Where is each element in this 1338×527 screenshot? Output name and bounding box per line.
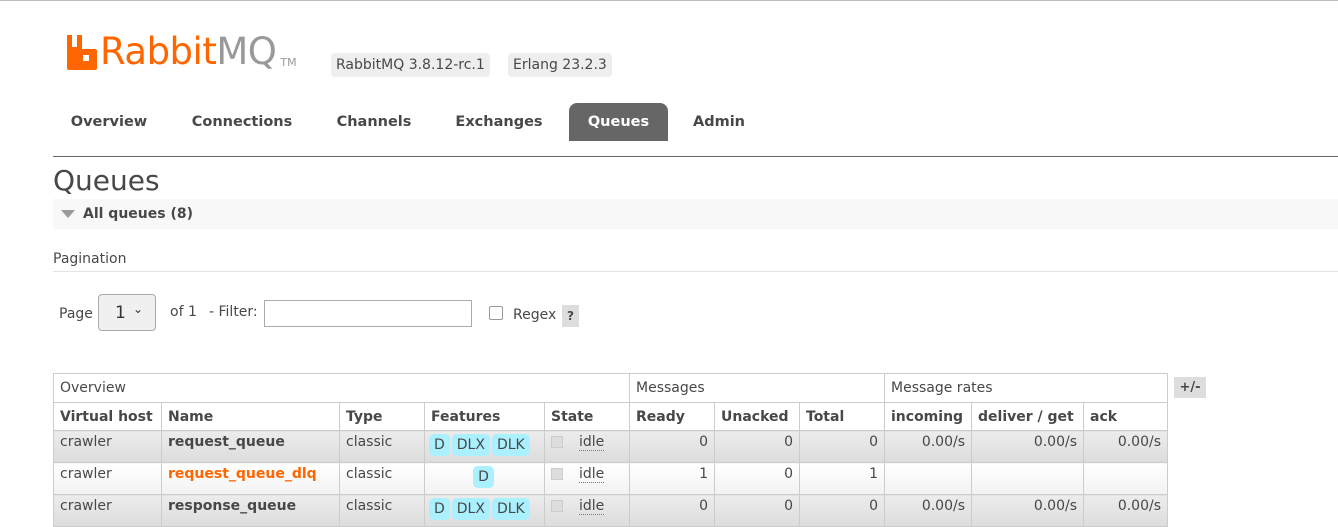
state-indicator-icon [551, 468, 563, 480]
cell-ack [1083, 462, 1168, 495]
table-row: crawler request_queue classic D DLX DLK id… [53, 430, 1168, 463]
collapse-triangle-icon [61, 210, 75, 218]
cell-deliver-get: 0.00/s [971, 494, 1084, 527]
tab-connections[interactable]: Connections [165, 103, 319, 141]
logo-rabbit-text: Rabbit [100, 30, 217, 73]
state-indicator-icon [551, 500, 563, 512]
cell-deliver-get: 0.00/s [971, 430, 1084, 463]
cell-total: 0 [799, 430, 885, 463]
cell-vhost: crawler [53, 430, 162, 463]
cell-ack: 0.00/s [1083, 494, 1168, 527]
group-header-message-rates: Message rates [884, 373, 1168, 403]
cell-type: classic [339, 462, 425, 495]
feature-badge-durable: D [473, 466, 494, 488]
col-type[interactable]: Type [339, 402, 425, 431]
col-ready[interactable]: Ready [629, 402, 715, 431]
page-title: Queues [53, 164, 160, 197]
rabbitmq-logo[interactable]: Rabbit MQ TM [66, 32, 297, 72]
erlang-version-badge: Erlang 23.2.3 [508, 53, 612, 77]
col-features[interactable]: Features [424, 402, 545, 431]
feature-badge-dlk: DLK [491, 434, 530, 456]
rabbit-logo-icon [67, 35, 97, 70]
columns-toggle-button[interactable]: +/- [1174, 377, 1206, 398]
cell-incoming: 0.00/s [884, 494, 972, 527]
feature-badge-dlx: DLX [451, 498, 490, 520]
page-select[interactable]: 1 ⌄ [98, 294, 156, 331]
cell-ready: 0 [629, 494, 715, 527]
regex-label: Regex [513, 307, 557, 323]
queues-table: Overview Messages Message rates Virtual … [53, 373, 1168, 527]
col-unacked[interactable]: Unacked [714, 402, 800, 431]
tabs-divider [53, 156, 1338, 157]
cell-type: classic [339, 430, 425, 463]
tab-queues[interactable]: Queues [569, 103, 668, 141]
section-label: All queues (8) [83, 206, 193, 222]
cell-incoming [884, 462, 972, 495]
tab-admin[interactable]: Admin [668, 103, 770, 141]
page-select-value: 1 [115, 303, 126, 323]
group-header-messages: Messages [629, 373, 885, 403]
cell-unacked: 0 [714, 430, 800, 463]
cell-unacked: 0 [714, 494, 800, 527]
tab-channels[interactable]: Channels [319, 103, 429, 141]
state-text: idle [579, 434, 605, 451]
cell-ready: 0 [629, 430, 715, 463]
rabbitmq-version-badge: RabbitMQ 3.8.12-rc.1 [331, 53, 490, 77]
cell-ack: 0.00/s [1083, 430, 1168, 463]
cell-type: classic [339, 494, 425, 527]
state-text: idle [579, 466, 605, 483]
pagination-title: Pagination [53, 251, 127, 267]
regex-checkbox[interactable] [489, 306, 503, 320]
state-indicator-icon [551, 436, 563, 448]
page-count-label: of 1 [170, 304, 197, 320]
top-border [0, 0, 1338, 1]
col-ack[interactable]: ack [1083, 402, 1168, 431]
cell-total: 1 [799, 462, 885, 495]
cell-vhost: crawler [53, 462, 162, 495]
filter-label: - Filter: [209, 304, 258, 320]
feature-badge-durable: D [429, 434, 450, 456]
logo-trademark: TM [280, 56, 297, 69]
all-queues-section-toggle[interactable]: All queues (8) [53, 199, 1338, 229]
cell-unacked: 0 [714, 462, 800, 495]
cell-vhost: crawler [53, 494, 162, 527]
col-total[interactable]: Total [799, 402, 885, 431]
page-label: Page [59, 306, 93, 322]
tab-exchanges[interactable]: Exchanges [429, 103, 569, 141]
feature-badge-dlx: DLX [451, 434, 490, 456]
main-nav-tabs: Overview Connections Channels Exchanges … [53, 103, 770, 141]
feature-badge-dlk: DLK [491, 498, 530, 520]
pagination-divider [53, 271, 1338, 272]
queue-name-link[interactable]: request_queue [168, 434, 285, 450]
cell-total: 0 [799, 494, 885, 527]
filter-input[interactable] [264, 300, 472, 327]
tab-overview[interactable]: Overview [53, 103, 165, 141]
queue-name-link[interactable]: response_queue [168, 498, 296, 514]
cell-ready: 1 [629, 462, 715, 495]
feature-badge-durable: D [429, 498, 450, 520]
group-header-overview: Overview [53, 373, 630, 403]
col-virtual-host[interactable]: Virtual host [53, 402, 162, 431]
queue-name-link[interactable]: request_queue_dlq [168, 466, 317, 482]
regex-help-button[interactable]: ? [562, 305, 579, 327]
col-name[interactable]: Name [161, 402, 340, 431]
cell-deliver-get [971, 462, 1084, 495]
col-incoming[interactable]: incoming [884, 402, 972, 431]
table-row: crawler request_queue_dlq classic D idle… [53, 462, 1168, 495]
cell-incoming: 0.00/s [884, 430, 972, 463]
state-text: idle [579, 498, 605, 515]
col-state[interactable]: State [544, 402, 630, 431]
chevron-down-icon: ⌄ [133, 302, 144, 316]
col-deliver-get[interactable]: deliver / get [971, 402, 1084, 431]
table-row: crawler response_queue classic D DLX DLK i… [53, 494, 1168, 527]
logo-mq-text: MQ [216, 30, 277, 73]
